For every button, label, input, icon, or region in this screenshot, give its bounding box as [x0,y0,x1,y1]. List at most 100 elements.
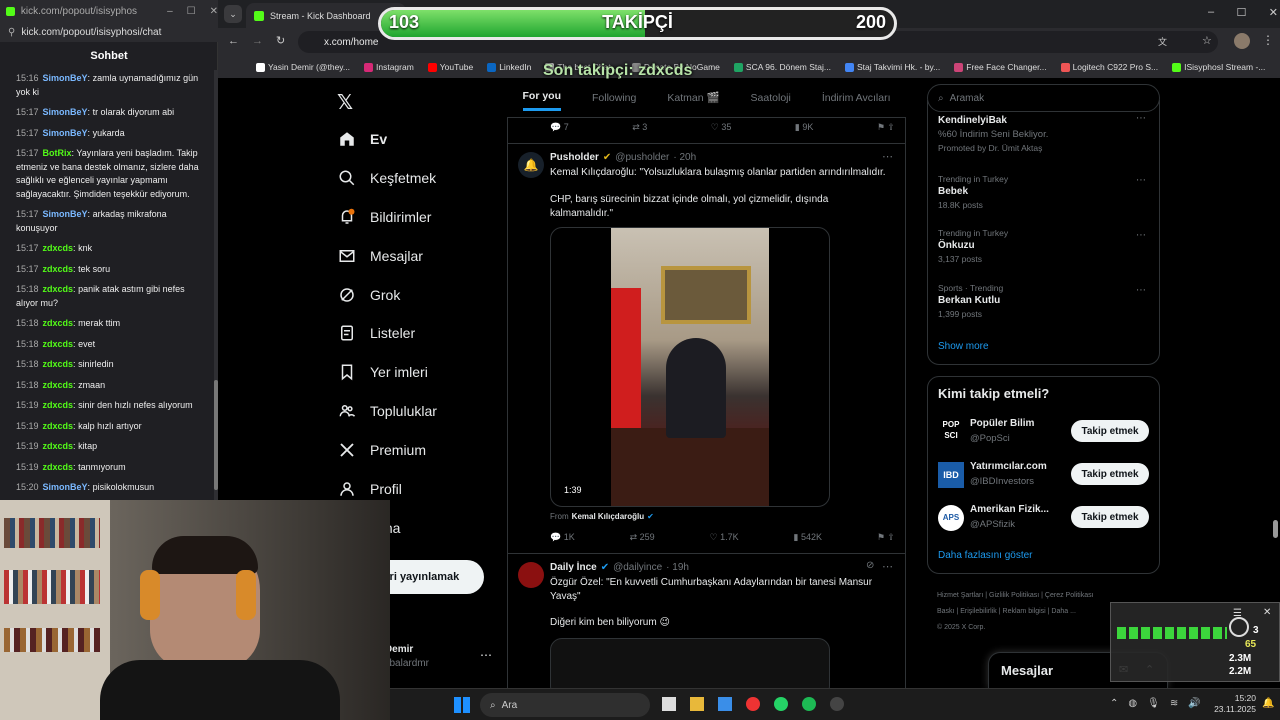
tweet[interactable]: Daily İnce ✔ @dailyince · 19h ⊘ ⋯ Özgür … [508,554,905,698]
follow-button[interactable]: Takip etmek [1071,463,1149,485]
tab-list-button[interactable]: ⌄ [224,5,242,23]
bookmark-item[interactable]: LinkedIn [487,62,531,72]
chat-scrollbar-thumb[interactable] [214,380,218,490]
nav-notifications[interactable]: Bildirimler [338,205,431,229]
back-icon[interactable]: ← [228,35,239,47]
show-more-link[interactable]: Daha fazlasını göster [938,550,1033,561]
page-scrollbar-thumb[interactable] [1273,520,1278,538]
tab-saatoloji[interactable]: Saatoloji [751,92,791,104]
bookmark-item[interactable]: ISisyphosI Stream -... [1172,62,1265,72]
tab-for-you[interactable]: For you [522,90,561,111]
trend-item[interactable]: Trending in Turkey Önkuzu 3,137 posts [938,228,1148,264]
bookmark-button[interactable]: ⚑ ⇪ [877,532,895,543]
suggested-user[interactable]: POP SCI Popüler Bilim @PopSci Takip etme… [938,417,1150,447]
follow-button[interactable]: Takip etmek [1071,506,1149,528]
chat-username[interactable]: zdxcds [43,339,74,349]
trend-item[interactable]: Sports · Trending Berkan Kutlu 1,399 pos… [938,283,1148,319]
chat-username[interactable]: zdxcds [43,380,74,390]
reload-icon[interactable]: ↻ [276,34,285,47]
trend-item[interactable]: Trending in Turkey Bebek 18.8K posts [938,174,1148,210]
profile-avatar[interactable] [1234,33,1250,49]
chevron-up-icon[interactable]: ⌃ [1110,698,1118,709]
mic-icon[interactable]: 🎙 [1147,698,1160,709]
chrome-icon[interactable] [746,697,760,711]
tweet-handle[interactable]: @dailyince [613,562,662,573]
close-icon[interactable]: ✕ [1269,6,1278,19]
repost-button[interactable]: ⇄ 259 [630,532,655,543]
bookmark-item[interactable]: SCA 96. Dönem Staj... [733,62,831,72]
close-icon[interactable]: ✕ [210,6,218,17]
more-icon[interactable]: ⋯ [480,648,492,662]
translate-icon[interactable]: 文 [1158,35,1167,48]
bookmark-item[interactable]: Free Face Changer... [954,62,1047,72]
whatsapp-icon[interactable] [774,697,788,711]
chat-username[interactable]: zdxcds [43,284,74,294]
views-button[interactable]: ▮ 542K [793,532,821,543]
avatar[interactable]: 🔔 [518,152,544,178]
nav-communities[interactable]: Topluluklar [338,399,437,423]
chat-username[interactable]: zdxcds [43,462,74,472]
forward-icon[interactable]: → [252,35,263,47]
chat-username[interactable]: zdxcds [43,400,74,410]
bookmark-item[interactable]: Logitech C922 Pro S... [1060,62,1158,72]
maximize-icon[interactable]: ☐ [1237,6,1247,19]
nav-lists[interactable]: Listeler [338,321,415,345]
chat-username[interactable]: zdxcds [43,359,74,369]
repost-button[interactable]: ⇄ 3 [632,122,647,133]
chat-username[interactable]: zdxcds [43,318,74,328]
tweet-video[interactable]: 1:39 [550,227,830,507]
x-logo-icon[interactable]: 𝕏 [337,90,353,115]
suggested-user[interactable]: APS Amerikan Fizik... @APSfizik Takip et… [938,503,1150,533]
tab-following[interactable]: Following [592,92,636,104]
trend-more-icon[interactable]: ⋯ [1136,230,1146,241]
bookmark-item[interactable]: Yasin Demir (@they... [256,62,350,72]
site-info-icon[interactable]: ⚲ [8,27,15,38]
more-icon[interactable]: ⋯ [882,560,893,573]
chat-username[interactable]: zdxcds [43,243,74,253]
nav-messages[interactable]: Mesajlar [338,244,423,268]
show-more-link[interactable]: Show more [938,341,989,352]
nav-grok[interactable]: Grok [338,283,400,307]
network-icon[interactable]: ◍ [1128,698,1137,709]
chat-username[interactable]: SimonBeY [43,128,88,138]
nav-explore[interactable]: Keşfetmek [338,166,436,190]
promoted-trend[interactable]: KendinelyiBak %60 İndirim Seni Bekliyor.… [938,115,1148,153]
taskbar-search[interactable]: ⌕ Ara [480,693,650,717]
chat-username[interactable]: SimonBeY [43,107,88,117]
chat-username[interactable]: zdxcds [43,441,74,451]
nav-premium[interactable]: Premium [338,438,426,462]
chat-username[interactable]: BotRix [43,148,72,158]
tweet[interactable]: 🔔 Pusholder ✔ @pusholder · 20h ⋯ Kemal K… [508,144,905,554]
follow-button[interactable]: Takip etmek [1071,420,1149,442]
reply-button[interactable]: 💬 1K [550,532,575,543]
tweet-handle[interactable]: @pusholder [615,152,669,163]
chat-url[interactable]: kick.com/popout/isisyphosi/chat [21,27,161,38]
chat-username[interactable]: SimonBeY [43,482,88,492]
trend-more-icon[interactable]: ⋯ [1136,113,1146,124]
notifications-icon[interactable]: 🔔 [1262,698,1274,709]
menu-icon[interactable]: ⋮ [1262,33,1274,47]
bookmark-item[interactable]: Instagram [364,62,414,72]
like-button[interactable]: ♡ 1.7K [710,532,739,543]
like-button[interactable]: ♡ 35 [711,122,732,133]
minimize-icon[interactable]: – [167,6,173,17]
close-icon[interactable]: ✕ [1263,607,1271,618]
bookmark-button[interactable]: ⚑ ⇪ [877,122,895,133]
reply-button[interactable]: 💬 7 [550,122,569,133]
store-icon[interactable] [718,697,732,711]
windows-start-icon[interactable] [454,697,470,713]
tab-indirim[interactable]: İndirim Avcıları [822,92,891,104]
chat-username[interactable]: SimonBeY [43,209,88,219]
nav-home[interactable]: Ev [338,127,387,151]
chat-username[interactable]: zdxcds [43,421,74,431]
avatar[interactable] [518,562,544,588]
bookmark-star-icon[interactable]: ☆ [1202,34,1212,47]
nav-bookmarks[interactable]: Yer imleri [338,360,428,384]
more-icon[interactable]: ⋯ [882,150,893,163]
file-explorer-icon[interactable] [690,697,704,711]
suggested-user[interactable]: IBD Yatırımcılar.com @IBDInvestors Takip… [938,460,1150,490]
tweet-author[interactable]: Daily İnce [550,562,597,573]
trend-more-icon[interactable]: ⋯ [1136,175,1146,186]
volume-icon[interactable]: 🔊 [1188,698,1200,709]
tab-katman[interactable]: Katman 🎬 [667,91,719,104]
